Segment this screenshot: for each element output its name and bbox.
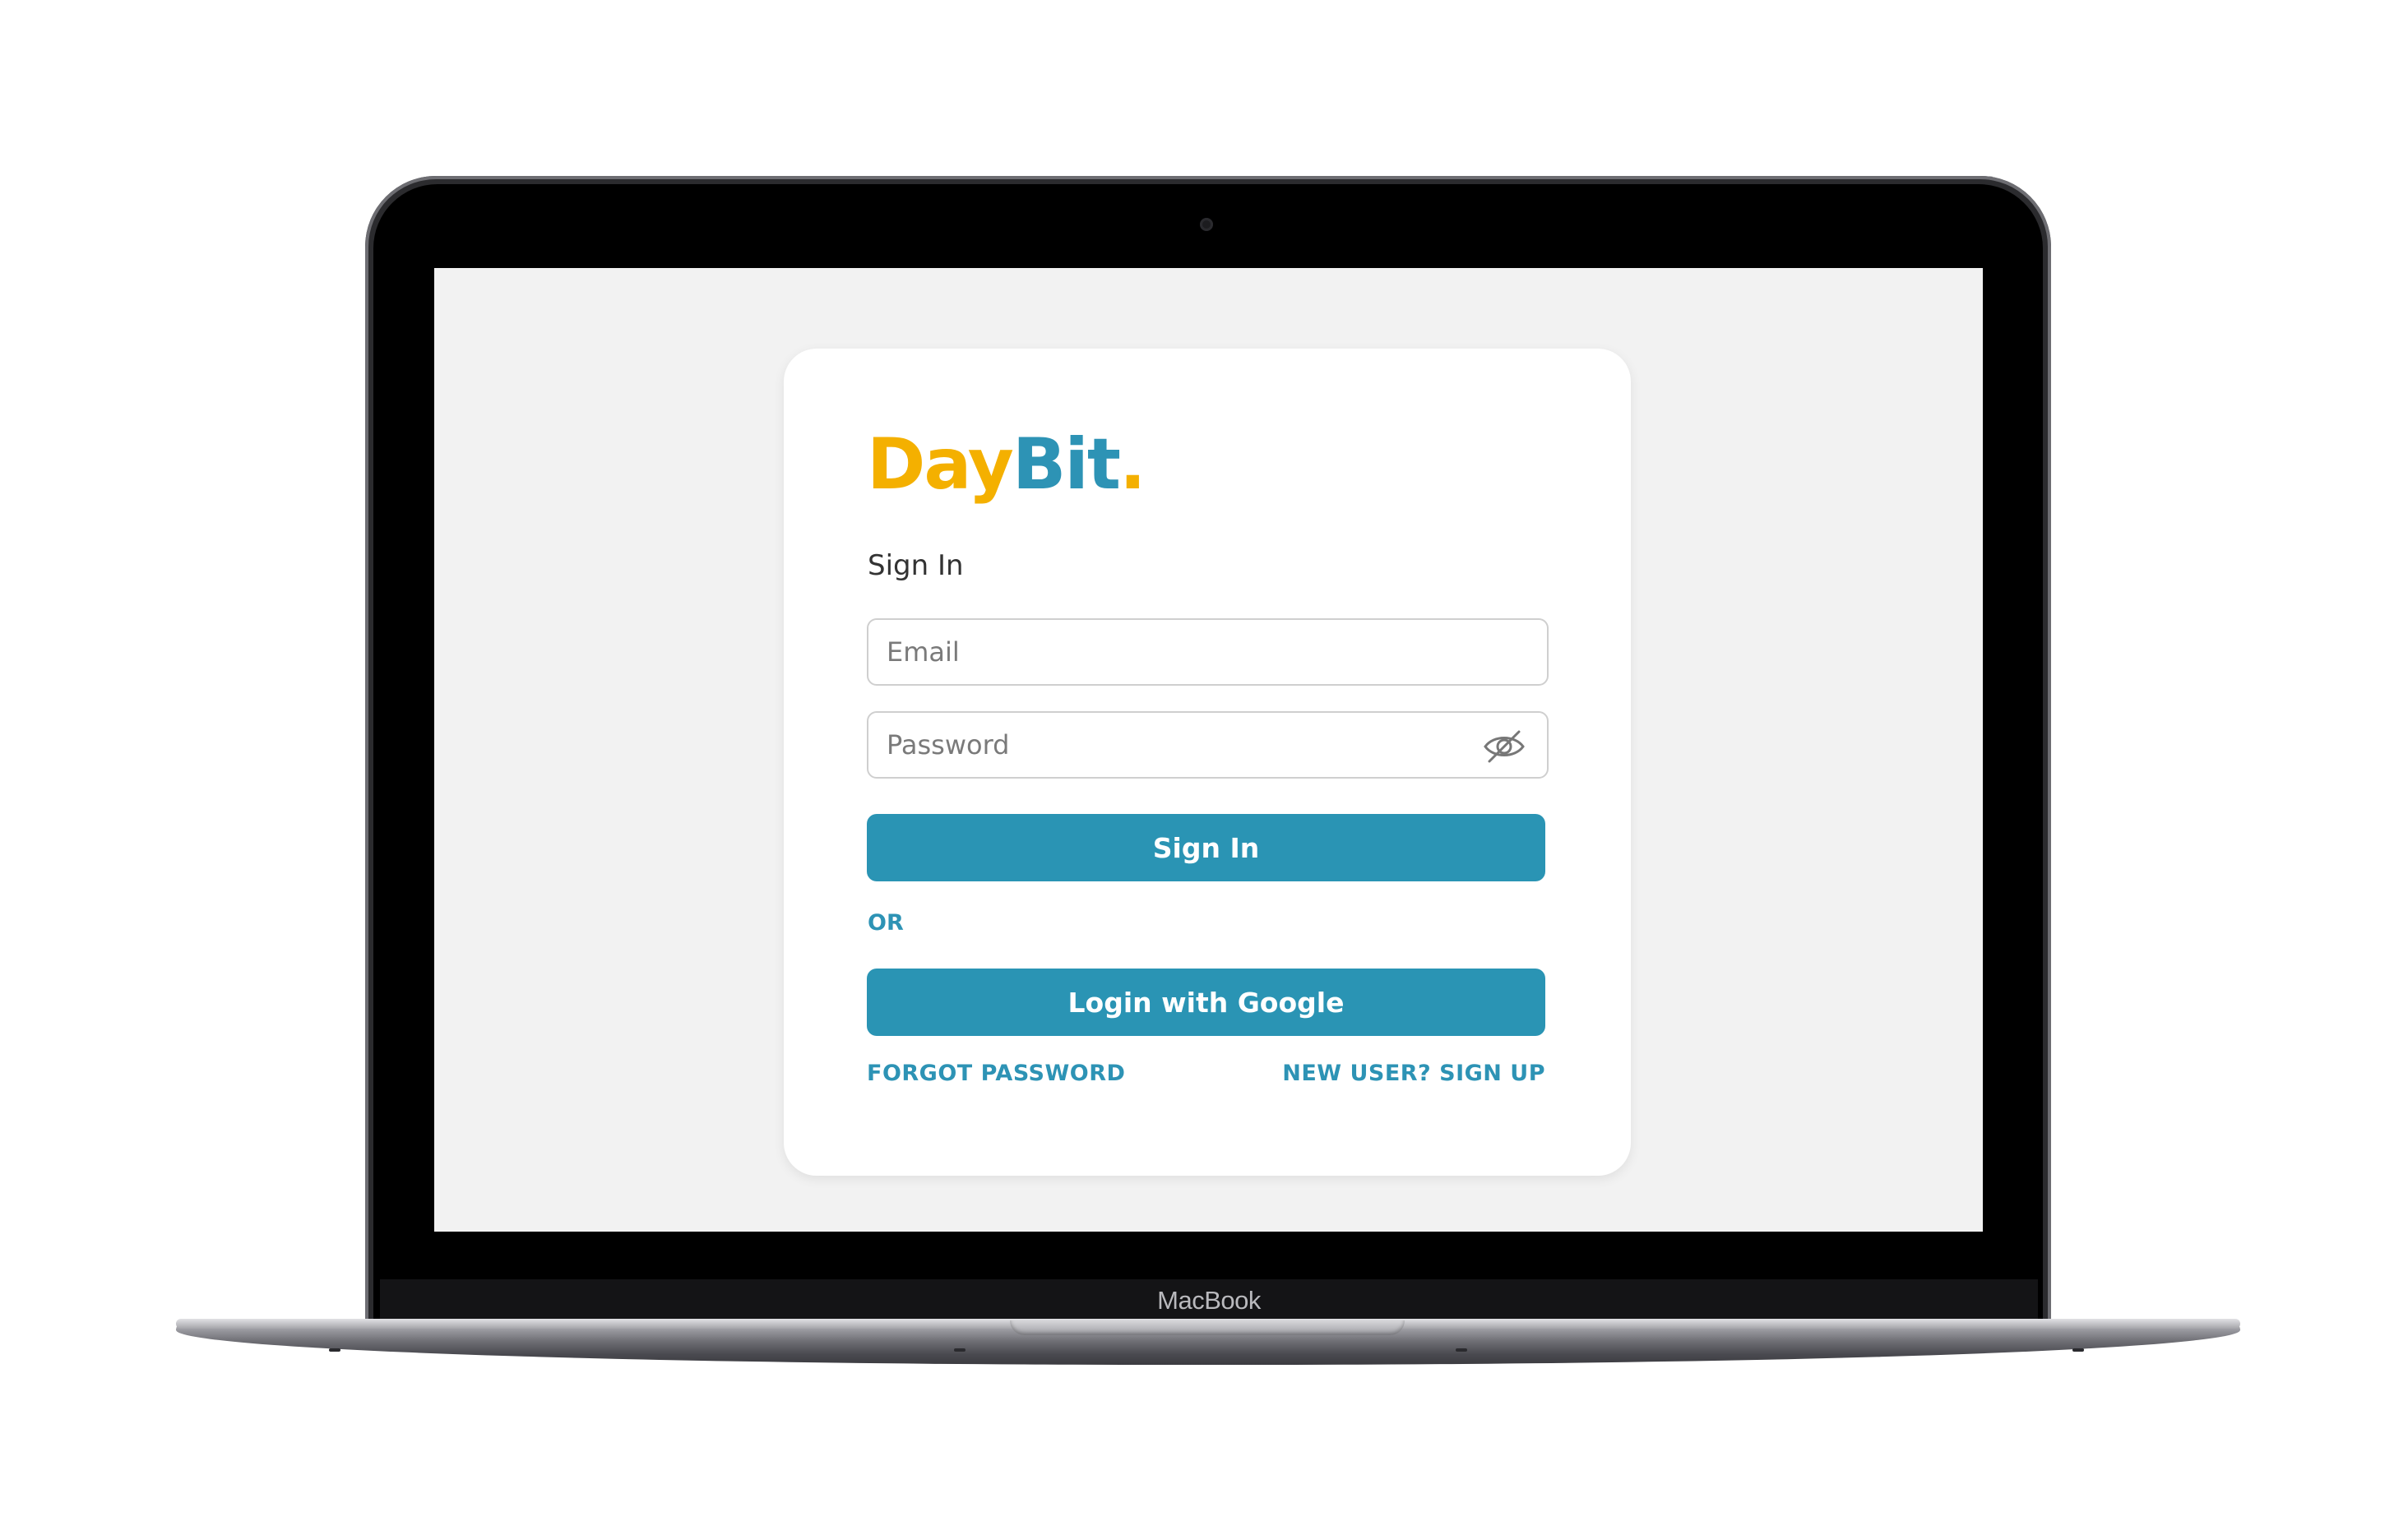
- app-screen: DayBit. Sign In Sign In OR Login with Go…: [434, 268, 1983, 1232]
- daybit-logo: DayBit.: [867, 429, 1146, 500]
- logo-text-bit: Bit: [1012, 423, 1121, 506]
- device-mockup: DayBit. Sign In Sign In OR Login with Go…: [0, 0, 2408, 1535]
- google-login-button[interactable]: Login with Google: [867, 969, 1545, 1036]
- laptop-foot: [1456, 1348, 1467, 1352]
- eye-off-icon[interactable]: [1483, 728, 1526, 765]
- login-card: DayBit. Sign In Sign In OR Login with Go…: [784, 349, 1631, 1176]
- sign-in-button[interactable]: Sign In: [867, 814, 1545, 881]
- laptop-opening-notch: [1010, 1320, 1405, 1335]
- laptop-chin: MacBook: [380, 1279, 2038, 1322]
- camera-icon: [1200, 218, 1213, 231]
- logo-text-day: Day: [867, 423, 1014, 506]
- email-field[interactable]: [867, 618, 1549, 686]
- laptop-foot: [954, 1348, 966, 1352]
- email-input[interactable]: [868, 620, 1547, 684]
- brand-label: MacBook: [1157, 1286, 1261, 1315]
- or-divider: OR: [868, 910, 904, 936]
- page-title: Sign In: [868, 549, 964, 582]
- laptop-foot: [329, 1348, 340, 1352]
- password-field[interactable]: [867, 711, 1549, 779]
- sign-up-link[interactable]: NEW USER? SIGN UP: [1282, 1061, 1545, 1086]
- laptop-foot: [2072, 1348, 2084, 1352]
- logo-dot: .: [1118, 423, 1146, 506]
- forgot-password-link[interactable]: FORGOT PASSWORD: [867, 1061, 1125, 1086]
- password-input[interactable]: [868, 713, 1547, 777]
